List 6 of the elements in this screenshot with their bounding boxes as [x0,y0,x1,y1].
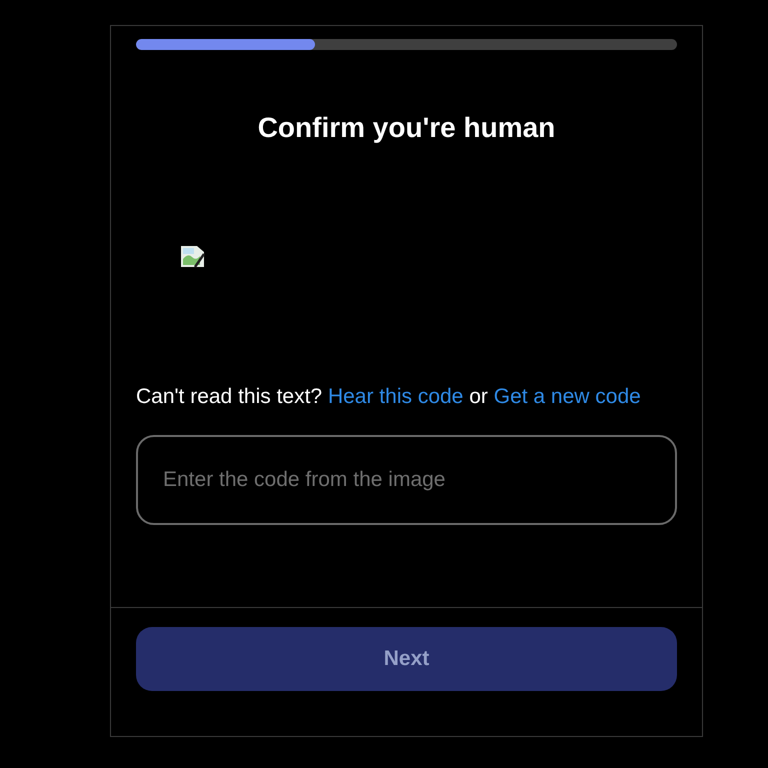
broken-image-icon [180,245,205,268]
text-link[interactable]: Hear this code [328,385,464,408]
code-input-field[interactable]: Enter the code from the image [136,435,677,525]
help-text: Can't read this text? Hear this code or Get a new code [136,384,642,410]
text-link[interactable]: Get a new code [494,385,641,408]
page-title: Confirm you're human [258,111,556,145]
